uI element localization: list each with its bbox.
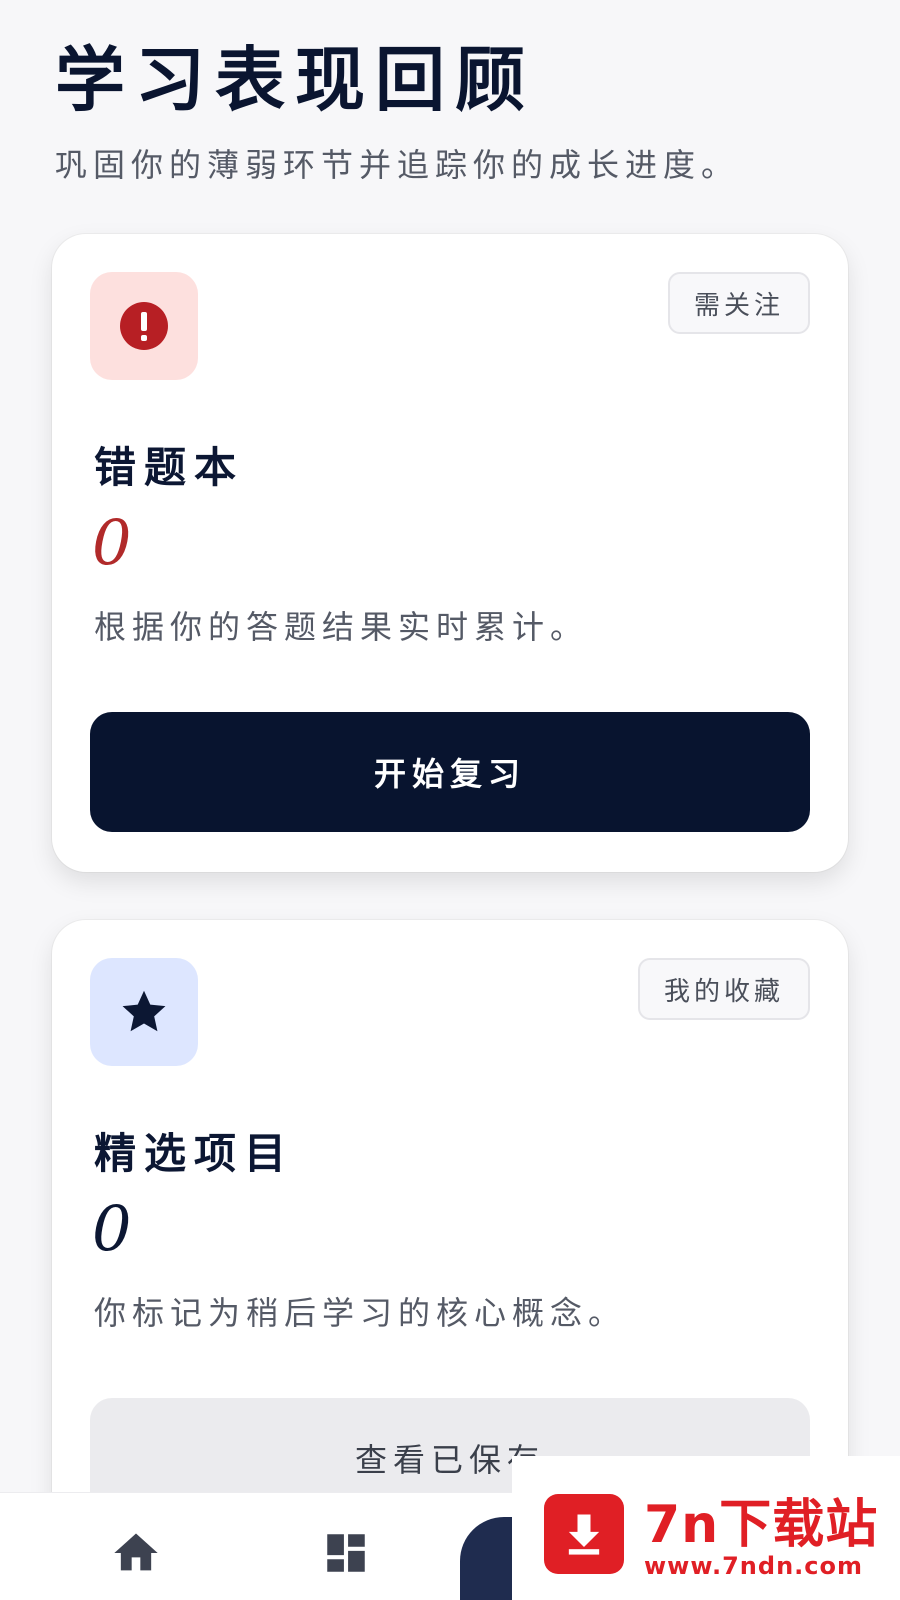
favorites-icon-box bbox=[90, 958, 198, 1066]
mistakes-title: 错题本 bbox=[94, 443, 245, 492]
home-icon bbox=[114, 1533, 158, 1571]
featured-count: 0 bbox=[92, 1192, 132, 1265]
featured-title: 精选项目 bbox=[94, 1129, 295, 1178]
mistakes-count: 0 bbox=[92, 506, 132, 579]
favorites-badge: 我的收藏 bbox=[637, 958, 810, 1020]
watermark-name: 7n下载站 bbox=[644, 1495, 879, 1555]
page-title: 学习表现回顾 bbox=[55, 38, 535, 121]
review-page: 学习表现回顾 巩固你的薄弱环节并追踪你的成长进度。 需关注 错题本 0 根据你的… bbox=[0, 0, 900, 1600]
star-icon bbox=[122, 990, 166, 1032]
featured-description: 你标记为稍后学习的核心概念。 bbox=[94, 1294, 627, 1332]
needs-attention-badge: 需关注 bbox=[667, 272, 810, 334]
dashboard-icon bbox=[327, 1534, 365, 1572]
nav-home[interactable] bbox=[106, 1523, 166, 1583]
site-watermark: 7n下载站 www.7ndn.com bbox=[512, 1456, 900, 1600]
mistakes-card: 需关注 错题本 0 根据你的答题结果实时累计。 开始复习 bbox=[52, 234, 848, 872]
download-icon bbox=[544, 1494, 624, 1574]
mistakes-icon-box bbox=[90, 272, 198, 380]
page-subtitle: 巩固你的薄弱环节并追踪你的成长进度。 bbox=[55, 146, 740, 184]
nav-dashboard[interactable] bbox=[316, 1523, 376, 1583]
start-review-button[interactable]: 开始复习 bbox=[90, 712, 810, 832]
alert-circle-icon bbox=[120, 302, 168, 350]
mistakes-description: 根据你的答题结果实时累计。 bbox=[94, 608, 589, 646]
watermark-url: www.7ndn.com bbox=[644, 1552, 863, 1580]
